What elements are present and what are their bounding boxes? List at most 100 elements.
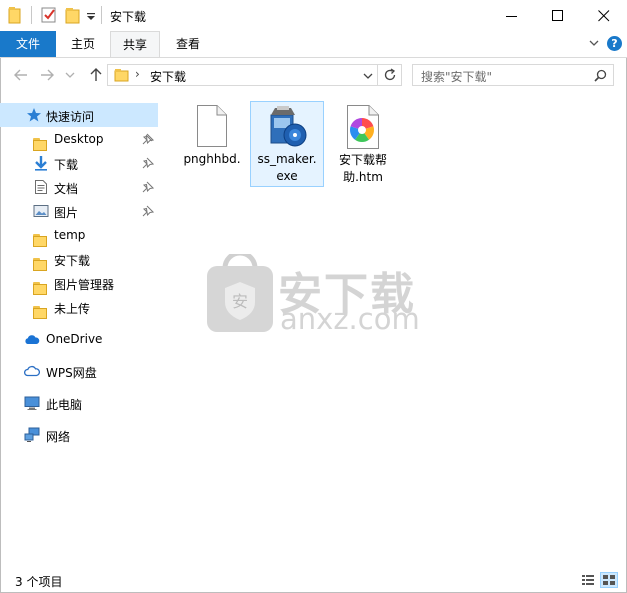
refresh-button[interactable] [378, 64, 402, 86]
nav-label: 未上传 [54, 302, 91, 316]
watermark-text-en: anxz.com [280, 302, 420, 336]
nav-item-not-uploaded[interactable]: 未上传 [0, 295, 158, 319]
nav-label: OneDrive [46, 332, 103, 346]
nav-label: 网络 [46, 430, 71, 444]
installer-exe-icon [270, 106, 307, 147]
ribbon-tab-bar: 文件 主页 共享 查看 ? [0, 31, 627, 58]
folder-icon [33, 305, 49, 319]
back-button[interactable] [12, 66, 30, 84]
large-icons-view-icon [603, 575, 615, 585]
file-item[interactable]: ss_maker. exe [250, 101, 324, 187]
computer-icon [24, 396, 40, 410]
forward-arrow-icon [41, 69, 54, 81]
refresh-icon [384, 68, 395, 81]
details-view-icon[interactable] [581, 574, 595, 587]
qat-divider [31, 6, 32, 24]
folder-icon [33, 257, 49, 271]
nav-item-downloads[interactable]: 下载 [0, 151, 158, 175]
tab-home[interactable]: 主页 [58, 31, 108, 57]
up-button[interactable] [87, 66, 105, 84]
address-bar[interactable]: › 安下载 [107, 64, 378, 86]
pin-icon[interactable] [142, 157, 154, 169]
up-arrow-icon [90, 68, 102, 81]
close-icon [598, 9, 610, 21]
nav-label: WPS网盘 [46, 366, 97, 380]
folder-icon [33, 233, 49, 247]
watermark-logo: 安 [205, 250, 275, 334]
nav-item-temp[interactable]: temp [0, 223, 158, 247]
search-icon[interactable] [594, 69, 607, 82]
recent-locations-button[interactable] [64, 66, 76, 84]
cloud-icon [25, 335, 40, 344]
large-icons-view-button[interactable] [600, 572, 618, 588]
nav-item-picture-manager[interactable]: 图片管理器 [0, 271, 158, 295]
nav-item-anxz[interactable]: 安下载 [0, 247, 158, 271]
nav-label: 安下载 [54, 254, 91, 268]
forward-button[interactable] [38, 66, 56, 84]
chevron-down-icon [65, 72, 75, 78]
htm-file-icon [347, 105, 379, 149]
window-title: 安下载 [110, 10, 147, 24]
tab-file[interactable]: 文件 [0, 31, 56, 57]
wps-cloud-icon [24, 365, 40, 377]
breadcrumb-separator[interactable]: › [135, 67, 140, 81]
navigation-pane: 快速访问 Desktop 下载 文档 图片 temp 安下载 图片管理器 未上传… [0, 96, 158, 566]
nav-label: 图片 [54, 206, 79, 220]
pin-icon[interactable] [142, 133, 154, 145]
item-count: 3 个项目 [15, 575, 63, 589]
nav-item-network[interactable]: 网络 [0, 423, 158, 447]
minimize-icon [506, 15, 517, 17]
nav-item-wps-cloud[interactable]: WPS网盘 [0, 359, 158, 383]
qat-new-folder-icon[interactable] [64, 6, 82, 26]
address-dropdown-icon[interactable] [363, 72, 373, 80]
minimize-button[interactable] [489, 0, 535, 31]
nav-label: 此电脑 [46, 398, 83, 412]
document-icon [35, 180, 47, 194]
nav-item-documents[interactable]: 文档 [0, 175, 158, 199]
file-list[interactable]: pnghhbd. ss_maker. exe 安下载帮 助.htm 安 安下载 … [160, 96, 627, 566]
folder-icon [33, 281, 49, 295]
file-name-line1: ss_maker. [257, 152, 317, 166]
picture-icon [33, 205, 49, 217]
nav-item-this-pc[interactable]: 此电脑 [0, 391, 158, 415]
folder-icon [114, 69, 129, 82]
file-name-line1: 安下载帮 [338, 153, 387, 167]
maximize-icon [552, 9, 563, 21]
download-arrow-icon [35, 156, 47, 171]
search-placeholder: 搜索"安下载" [421, 70, 493, 84]
qat-properties-icon[interactable] [40, 6, 58, 26]
nav-label: Desktop [54, 132, 104, 146]
ribbon-collapse-icon[interactable] [588, 37, 600, 49]
back-arrow-icon [14, 69, 27, 81]
pin-icon[interactable] [142, 181, 154, 193]
nav-item-onedrive[interactable]: OneDrive [0, 327, 158, 351]
star-icon [27, 108, 41, 122]
tab-view[interactable]: 查看 [162, 31, 214, 57]
nav-item-desktop[interactable]: Desktop [0, 127, 158, 151]
nav-item-pictures[interactable]: 图片 [0, 199, 158, 223]
nav-label: 文档 [54, 182, 79, 196]
file-item[interactable]: 安下载帮 助.htm [326, 102, 400, 188]
title-bar: 安下载 [0, 0, 627, 31]
help-icon[interactable]: ? [607, 36, 622, 51]
file-name-line2: 助.htm [343, 170, 383, 184]
nav-label: temp [54, 228, 86, 242]
watermark-badge-char: 安 [231, 292, 248, 311]
search-box[interactable]: 搜索"安下载" [412, 64, 614, 86]
close-button[interactable] [581, 0, 627, 31]
qat-folder-icon[interactable] [8, 6, 24, 26]
nav-label: 快速访问 [46, 110, 95, 124]
folder-icon [33, 137, 49, 151]
maximize-button[interactable] [535, 0, 581, 31]
breadcrumb-current[interactable]: 安下载 [150, 68, 186, 85]
file-name: pnghhbd. [183, 152, 241, 166]
network-icon [24, 427, 40, 442]
title-divider [101, 6, 102, 24]
qat-dropdown-icon[interactable] [86, 10, 96, 30]
tab-share[interactable]: 共享 [110, 31, 160, 57]
nav-label: 图片管理器 [54, 278, 115, 292]
blank-file-icon [197, 105, 227, 147]
pin-icon[interactable] [142, 205, 154, 217]
nav-quick-access[interactable]: 快速访问 [0, 103, 158, 127]
file-item[interactable]: pnghhbd. [175, 102, 249, 188]
